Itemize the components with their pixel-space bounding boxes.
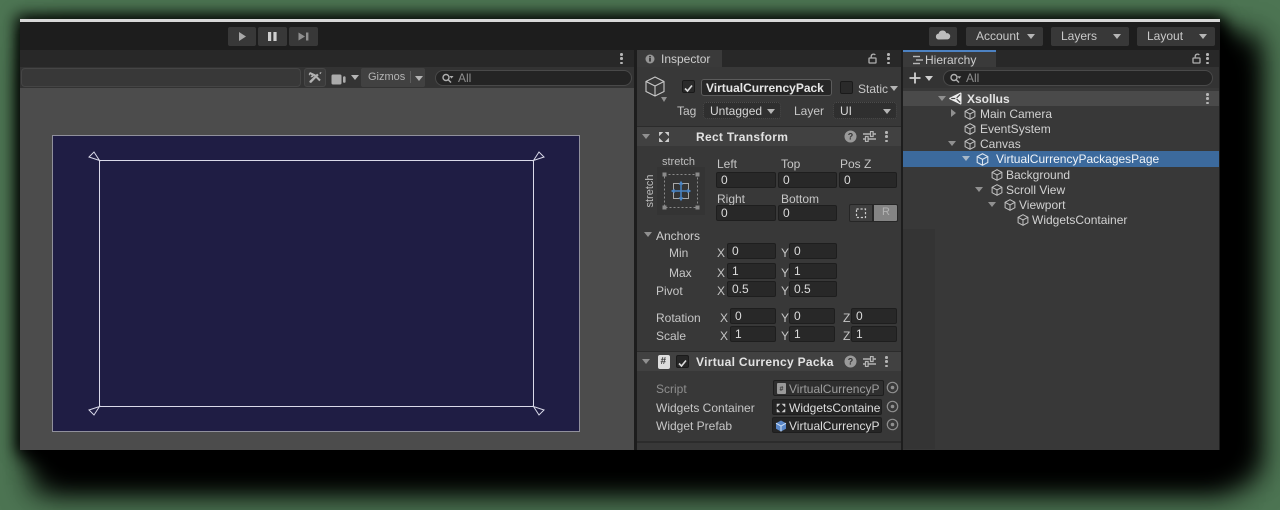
svg-text:#: # — [780, 386, 784, 393]
svg-text:?: ? — [848, 357, 854, 367]
svg-text:?: ? — [848, 132, 854, 142]
